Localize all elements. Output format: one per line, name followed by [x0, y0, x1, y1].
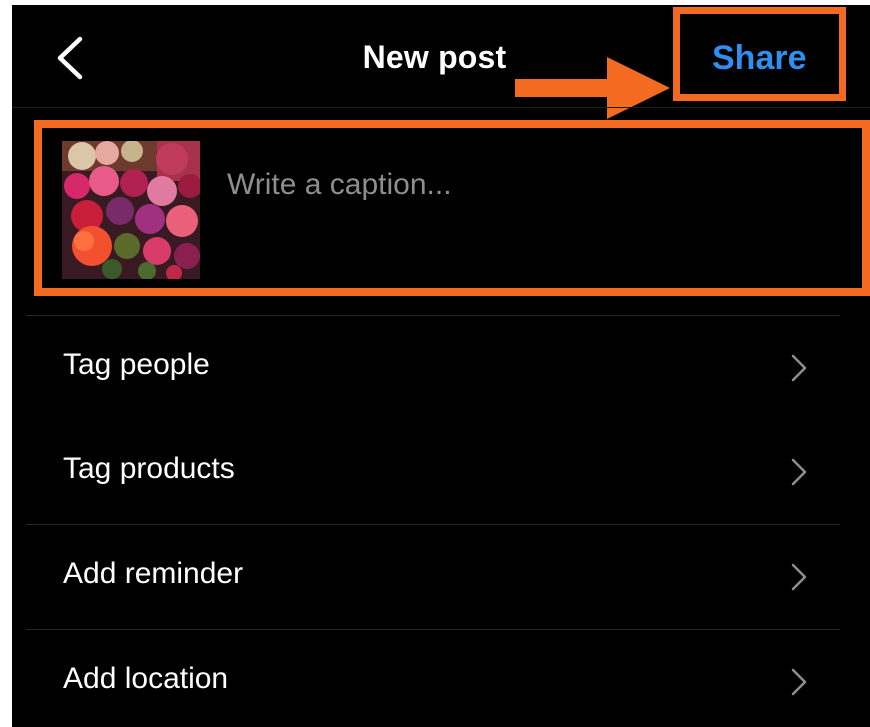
chevron-right-icon: [791, 458, 807, 486]
section-divider: [26, 629, 840, 630]
menu-item-label: Add reminder: [63, 557, 244, 590]
section-divider: [26, 524, 840, 525]
post-thumbnail: [62, 141, 200, 279]
header-divider: [12, 107, 870, 108]
chevron-right-icon: [791, 563, 807, 591]
menu-item-tag-people[interactable]: Tag people: [26, 318, 840, 418]
header-bar: New post Share: [12, 5, 870, 119]
flower-photo-icon: [62, 141, 200, 279]
arrow-right-icon: [515, 57, 670, 119]
menu-item-tag-products[interactable]: Tag products: [26, 422, 840, 522]
new-post-screen: New post Share Write a caption... Tag pe…: [12, 5, 870, 727]
menu-item-label: Tag products: [63, 452, 235, 485]
share-button[interactable]: Share: [712, 39, 807, 78]
chevron-right-icon: [791, 354, 807, 382]
menu-item-label: Tag people: [63, 348, 210, 381]
menu-item-add-location[interactable]: Add location: [26, 632, 840, 727]
menu-item-add-reminder[interactable]: Add reminder: [26, 527, 840, 627]
chevron-right-icon: [791, 668, 807, 696]
section-divider: [26, 315, 840, 316]
menu-item-label: Add location: [63, 662, 229, 695]
caption-input[interactable]: [227, 163, 827, 207]
